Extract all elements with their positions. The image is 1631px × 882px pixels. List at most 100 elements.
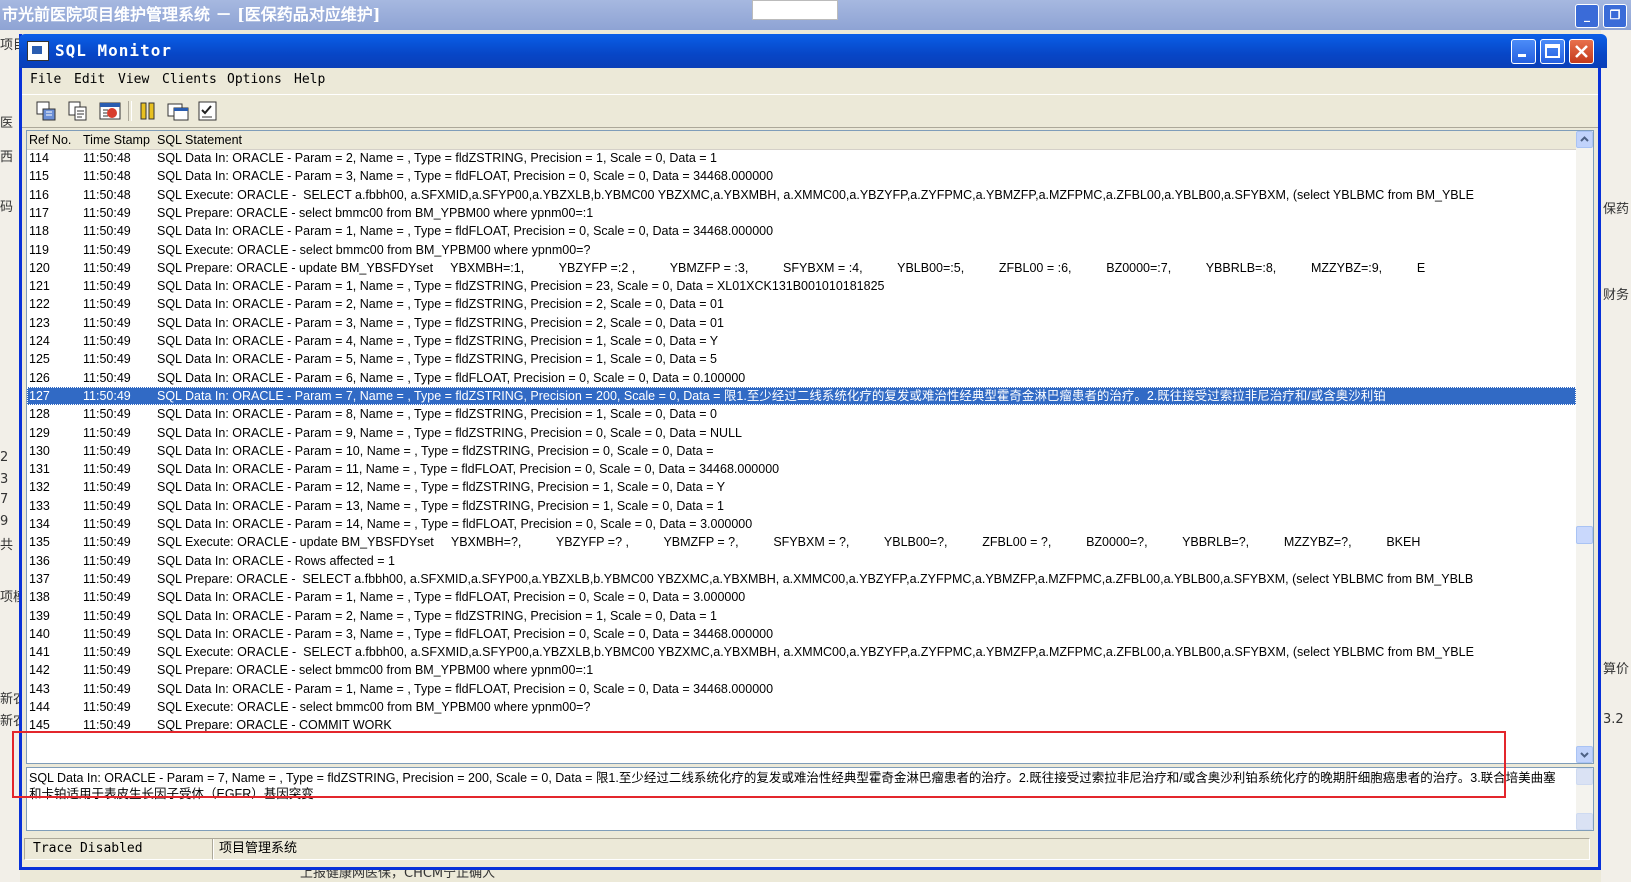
- detail-scroll-down-button[interactable]: [1576, 813, 1593, 830]
- row-ref-no: 142: [29, 663, 50, 678]
- table-row[interactable]: 130 11:50:49 SQL Data In: ORACLE - Param =…: [27, 442, 1576, 460]
- row-time-stamp: 11:50:49: [83, 645, 131, 660]
- clear-button[interactable]: [98, 100, 122, 122]
- table-row[interactable]: 136 11:50:49 SQL Data In: ORACLE - Rows af…: [27, 552, 1576, 570]
- close-button[interactable]: [1569, 39, 1594, 64]
- list-header: Ref No. Time Stamp SQL Statement: [27, 131, 1576, 150]
- row-ref-no: 119: [29, 242, 49, 257]
- save-log-button[interactable]: [34, 100, 58, 122]
- table-row[interactable]: 140 11:50:49 SQL Data In: ORACLE - Param =…: [27, 625, 1576, 643]
- row-sql-statement: SQL Data In: ORACLE - Param = 1, Name = …: [157, 681, 774, 696]
- copy-button[interactable]: [66, 100, 90, 122]
- table-row[interactable]: 124 11:50:49 SQL Data In: ORACLE - Param =…: [27, 332, 1576, 350]
- row-ref-no: 135: [29, 535, 50, 550]
- row-sql-statement: SQL Data In: ORACLE - Param = 1, Name = …: [157, 590, 746, 605]
- menu-view[interactable]: View: [118, 72, 149, 87]
- bg-left-text: 3: [0, 472, 9, 487]
- detail-vertical-scrollbar[interactable]: [1576, 768, 1593, 830]
- row-time-stamp: 11:50:49: [83, 590, 131, 605]
- row-time-stamp: 11:50:49: [83, 700, 131, 714]
- row-sql-statement: SQL Data In: ORACLE - Param = 7, Name = …: [157, 388, 1386, 403]
- table-row[interactable]: 143 11:50:49 SQL Data In: ORACLE - Param =…: [27, 680, 1576, 698]
- background-tab[interactable]: [752, 0, 838, 20]
- row-time-stamp: 11:50:49: [83, 315, 131, 330]
- window-titlebar[interactable]: SQL Monitor: [19, 34, 1607, 68]
- menu-file[interactable]: File: [30, 72, 61, 87]
- table-row[interactable]: 131 11:50:49 SQL Data In: ORACLE - Param =…: [27, 460, 1576, 478]
- row-ref-no: 117: [29, 205, 49, 220]
- detail-scroll-up-button[interactable]: [1576, 768, 1593, 785]
- row-ref-no: 133: [29, 498, 50, 513]
- minimize-button[interactable]: [1511, 39, 1536, 64]
- table-row[interactable]: 142 11:50:49 SQL Prepare: ORACLE - select …: [27, 661, 1576, 679]
- scroll-down-button[interactable]: [1576, 746, 1593, 763]
- row-sql-statement: SQL Prepare: ORACLE - SELECT a.fbbh00, a…: [157, 571, 1474, 586]
- table-row[interactable]: 133 11:50:49 SQL Data In: ORACLE - Param =…: [27, 497, 1576, 515]
- table-row[interactable]: 138 11:50:49 SQL Data In: ORACLE - Param =…: [27, 588, 1576, 606]
- table-row[interactable]: 127 11:50:49 SQL Data In: ORACLE - Param =…: [27, 386, 1576, 405]
- background-restore-button[interactable]: ❐: [1603, 4, 1627, 28]
- table-row[interactable]: 126 11:50:49 SQL Data In: ORACLE - Param =…: [27, 369, 1576, 387]
- row-time-stamp: 11:50:49: [83, 334, 131, 348]
- window-button[interactable]: [166, 100, 190, 122]
- table-row[interactable]: 120 11:50:49 SQL Prepare: ORACLE - update …: [27, 259, 1576, 277]
- pause-button[interactable]: [136, 100, 160, 122]
- table-row[interactable]: 116 11:50:48 SQL Execute: ORACLE - SELECT …: [27, 186, 1576, 204]
- menu-edit[interactable]: Edit: [74, 72, 105, 87]
- table-row[interactable]: 117 11:50:49 SQL Prepare: ORACLE - select …: [27, 204, 1576, 222]
- row-ref-no: 126: [29, 370, 50, 385]
- maximize-button[interactable]: [1540, 39, 1565, 64]
- menu-clients[interactable]: Clients: [162, 72, 217, 87]
- column-header-ref-no[interactable]: Ref No.: [29, 133, 71, 147]
- menu-options[interactable]: Options: [227, 72, 282, 87]
- row-time-stamp: 11:50:49: [83, 681, 131, 696]
- maximize-icon: [1545, 44, 1560, 58]
- table-row[interactable]: 125 11:50:49 SQL Data In: ORACLE - Param =…: [27, 350, 1576, 368]
- table-row[interactable]: 141 11:50:49 SQL Execute: ORACLE - SELECT …: [27, 643, 1576, 661]
- row-ref-no: 118: [29, 224, 49, 239]
- row-ref-no: 131: [29, 462, 50, 477]
- list-vertical-scrollbar[interactable]: [1576, 131, 1593, 763]
- window-title: SQL Monitor: [55, 41, 172, 60]
- minimize-icon: [1518, 54, 1526, 57]
- status-bar: Trace Disabled 项目管理系统: [22, 836, 1598, 862]
- table-row[interactable]: 135 11:50:49 SQL Execute: ORACLE - update …: [27, 533, 1576, 551]
- table-row[interactable]: 137 11:50:49 SQL Prepare: ORACLE - SELECT …: [27, 570, 1576, 588]
- menu-help[interactable]: Help: [294, 72, 325, 87]
- row-time-stamp: 11:50:49: [83, 242, 131, 257]
- table-row[interactable]: 122 11:50:49 SQL Data In: ORACLE - Param =…: [27, 295, 1576, 313]
- row-ref-no: 125: [29, 352, 50, 367]
- column-header-sql-statement[interactable]: SQL Statement: [157, 133, 242, 147]
- row-sql-statement: SQL Data In: ORACLE - Param = 3, Name = …: [157, 169, 774, 184]
- table-row[interactable]: 134 11:50:49 SQL Data In: ORACLE - Param =…: [27, 515, 1576, 533]
- table-row[interactable]: 118 11:50:49 SQL Data In: ORACLE - Param =…: [27, 222, 1576, 240]
- table-row[interactable]: 128 11:50:49 SQL Data In: ORACLE - Param =…: [27, 405, 1576, 423]
- table-row[interactable]: 139 11:50:49 SQL Data In: ORACLE - Param =…: [27, 607, 1576, 625]
- row-ref-no: 141: [29, 645, 50, 660]
- statement-detail-pane[interactable]: SQL Data In: ORACLE - Param = 7, Name = …: [26, 767, 1594, 831]
- scroll-thumb[interactable]: [1576, 526, 1593, 544]
- row-ref-no: 132: [29, 480, 50, 495]
- row-ref-no: 127: [29, 388, 50, 403]
- sql-monitor-app-icon[interactable]: [27, 41, 49, 61]
- row-sql-statement: SQL Data In: ORACLE - Param = 3, Name = …: [157, 626, 774, 641]
- table-row[interactable]: 132 11:50:49 SQL Data In: ORACLE - Param =…: [27, 478, 1576, 496]
- table-row[interactable]: 121 11:50:49 SQL Data In: ORACLE - Param =…: [27, 277, 1576, 295]
- row-time-stamp: 11:50:49: [83, 260, 131, 275]
- row-sql-statement: SQL Execute: ORACLE - select bmmc00 from…: [157, 700, 591, 714]
- table-row[interactable]: 115 11:50:48 SQL Data In: ORACLE - Param =…: [27, 167, 1576, 185]
- table-row[interactable]: 123 11:50:49 SQL Data In: ORACLE - Param =…: [27, 314, 1576, 332]
- checklist-button[interactable]: [196, 100, 220, 122]
- bg-left-text: 7: [0, 492, 9, 507]
- bg-left-text: 新农: [0, 714, 20, 729]
- sql-log-list[interactable]: Ref No. Time Stamp SQL Statement 114 11:5…: [26, 130, 1594, 764]
- row-time-stamp: 11:50:49: [83, 224, 131, 239]
- table-row[interactable]: 145 11:50:49 SQL Prepare: ORACLE - COMMIT …: [27, 716, 1576, 734]
- table-row[interactable]: 119 11:50:49 SQL Execute: ORACLE - select …: [27, 241, 1576, 259]
- table-row[interactable]: 114 11:50:48 SQL Data In: ORACLE - Param =…: [27, 149, 1576, 167]
- table-row[interactable]: 144 11:50:49 SQL Execute: ORACLE - select …: [27, 698, 1576, 716]
- scroll-up-button[interactable]: [1576, 131, 1593, 148]
- table-row[interactable]: 129 11:50:49 SQL Data In: ORACLE - Param =…: [27, 424, 1576, 442]
- background-minimize-button[interactable]: _: [1575, 4, 1599, 28]
- column-header-time-stamp[interactable]: Time Stamp: [83, 133, 150, 147]
